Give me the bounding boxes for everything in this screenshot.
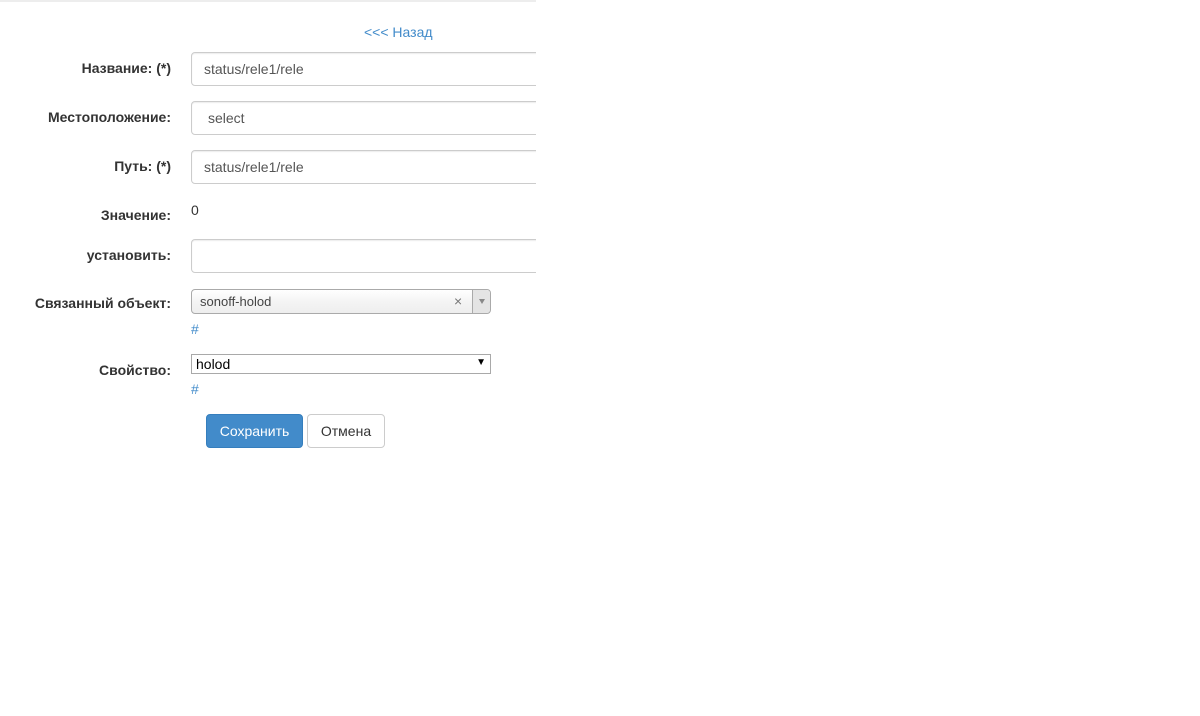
path-input[interactable] — [191, 150, 536, 184]
linked-object-label: Связанный объект: — [34, 295, 171, 311]
property-label: Свойство: — [99, 362, 171, 378]
dropdown-arrow-icon: ▼ — [476, 357, 486, 368]
linked-object-link[interactable]: # — [191, 321, 199, 337]
close-icon[interactable]: × — [454, 293, 462, 309]
title-input[interactable] — [191, 52, 536, 86]
title-label: Название: (*) — [81, 60, 171, 76]
chevron-down-icon[interactable] — [472, 290, 490, 313]
value-label: Значение: — [100, 207, 171, 223]
back-link[interactable]: <<< Назад — [364, 24, 433, 40]
set-value-input[interactable] — [191, 239, 536, 273]
linked-object-combobox[interactable]: sonoff-holod × — [191, 289, 491, 314]
save-button[interactable]: Сохранить — [206, 414, 303, 448]
path-label: Путь: (*) — [114, 158, 171, 174]
cancel-button[interactable]: Отмена — [307, 414, 385, 448]
current-value: 0 — [191, 202, 199, 218]
location-select[interactable]: select — [191, 101, 536, 135]
location-select-value: select — [208, 110, 245, 126]
property-select[interactable]: holod ▼ — [191, 354, 491, 374]
edit-form-panel: <<< Назад Название: (*) Местоположение: … — [0, 0, 536, 460]
property-link[interactable]: # — [191, 381, 199, 397]
set-label: установить: — [86, 247, 171, 263]
property-select-value: holod — [196, 356, 231, 372]
linked-object-value: sonoff-holod — [200, 294, 272, 309]
location-label: Местоположение: — [47, 109, 171, 125]
